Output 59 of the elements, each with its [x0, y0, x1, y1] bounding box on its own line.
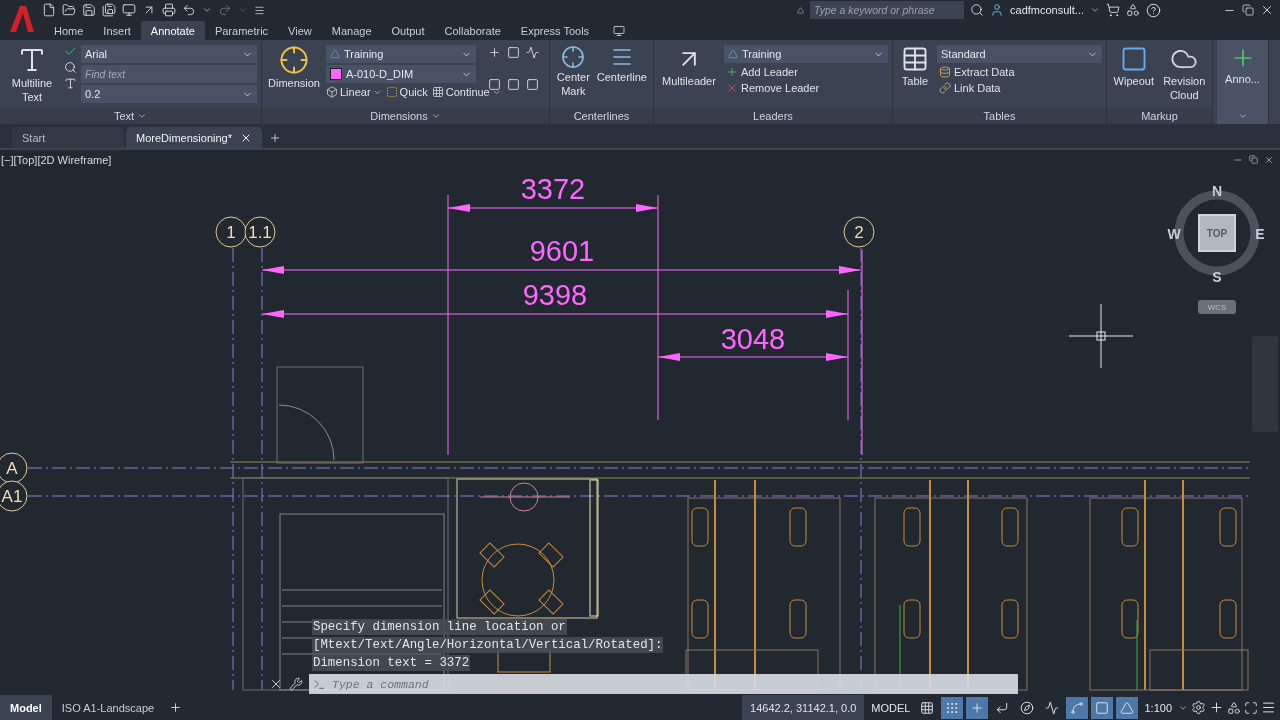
dimension-button[interactable]: Dimension [266, 43, 322, 107]
compass-direction[interactable]: W [1167, 226, 1181, 242]
layout-tab[interactable]: Model [0, 695, 52, 720]
ribbon-tab[interactable]: Insert [93, 21, 141, 40]
leader-style-dropdown[interactable]: Training [724, 45, 888, 63]
dimension-tool-button[interactable]: Linear [326, 85, 382, 99]
compass-direction[interactable]: N [1211, 183, 1223, 199]
viewport-label[interactable]: [−][Top][2D Wireframe] [1, 154, 112, 166]
file-tab[interactable]: MoreDimensioning* [126, 127, 262, 148]
command-input[interactable]: Type a command [330, 676, 1014, 692]
model-space-button[interactable]: MODEL [868, 696, 914, 719]
ribbon-tab[interactable]: Parametric [204, 21, 279, 40]
panel-title[interactable]: Text [113, 109, 135, 122]
compass-direction[interactable]: S [1212, 269, 1222, 285]
grid-label: A1 [1, 487, 23, 506]
grid-label: 1 [226, 223, 236, 242]
multileader-button[interactable]: Multileader [658, 43, 720, 107]
table-tool-button[interactable]: Link Data [937, 81, 1102, 95]
file-tab[interactable]: Start [12, 127, 124, 148]
center-mark-button[interactable]: Center Mark [554, 43, 593, 107]
dimension-style-dropdown[interactable]: Training [326, 45, 476, 63]
ribbon-tab[interactable]: Collaborate [434, 21, 511, 40]
table-tool-button[interactable]: Extract Data [937, 65, 1102, 79]
grid-label: 2 [854, 223, 864, 242]
ribbon-tab[interactable]: Home [44, 21, 94, 40]
annotation-scale-button[interactable]: 1:100 [1141, 696, 1175, 719]
ribbon-tab[interactable]: Output [381, 21, 435, 40]
coordinates-readout[interactable]: 14642.2, 31142.1, 0.0 [742, 695, 865, 720]
panel-title[interactable]: Leaders [753, 109, 793, 122]
ribbon-tab[interactable]: Manage [321, 21, 382, 40]
panel-title[interactable]: Dimensions [370, 109, 428, 122]
leader-tool-button[interactable]: Add Leader [724, 65, 888, 79]
table-style-dropdown[interactable]: Standard [937, 45, 1102, 63]
dimension-tool-button[interactable]: Quick [385, 85, 428, 99]
text-height-dropdown[interactable]: 0.2 [81, 85, 257, 103]
dimension-tool-button[interactable]: Continue [431, 85, 501, 99]
dimension-text: 9398 [522, 279, 588, 311]
revision-cloud-button[interactable]: Revision Cloud [1160, 43, 1208, 107]
view-cube-top[interactable]: TOP [1198, 214, 1236, 252]
layer-dropdown[interactable]: A-010-D_DIM [326, 65, 476, 83]
layout-tab[interactable]: ISO A1-Landscape [51, 695, 165, 720]
ribbon-tab[interactable]: Annotate [140, 21, 205, 40]
ribbon-tab[interactable]: Express Tools [510, 21, 600, 40]
dimension-text: 9601 [529, 235, 595, 267]
font-dropdown[interactable]: Arial [81, 45, 257, 63]
table-button[interactable]: Table [897, 43, 933, 107]
search-field[interactable]: Type a keyword or phrase [810, 1, 964, 19]
wipeout-button[interactable]: Wipeout [1111, 43, 1157, 107]
grid-label: A [6, 459, 18, 478]
leader-tool-button[interactable]: Remove Leader [724, 81, 888, 95]
compass-direction[interactable]: E [1255, 226, 1265, 242]
multiline-text-button[interactable]: Multiline Text [4, 43, 60, 107]
dimension-text: 3372 [520, 173, 586, 205]
centerline-button[interactable]: Centerline [594, 43, 649, 107]
grid-label: 1.1 [248, 223, 272, 242]
dimension-text: 3048 [720, 323, 786, 355]
user-name[interactable]: cadfmconsult... [1010, 4, 1084, 16]
panel-title[interactable]: Tables [983, 109, 1016, 122]
ribbon-tab[interactable]: View [278, 21, 322, 40]
